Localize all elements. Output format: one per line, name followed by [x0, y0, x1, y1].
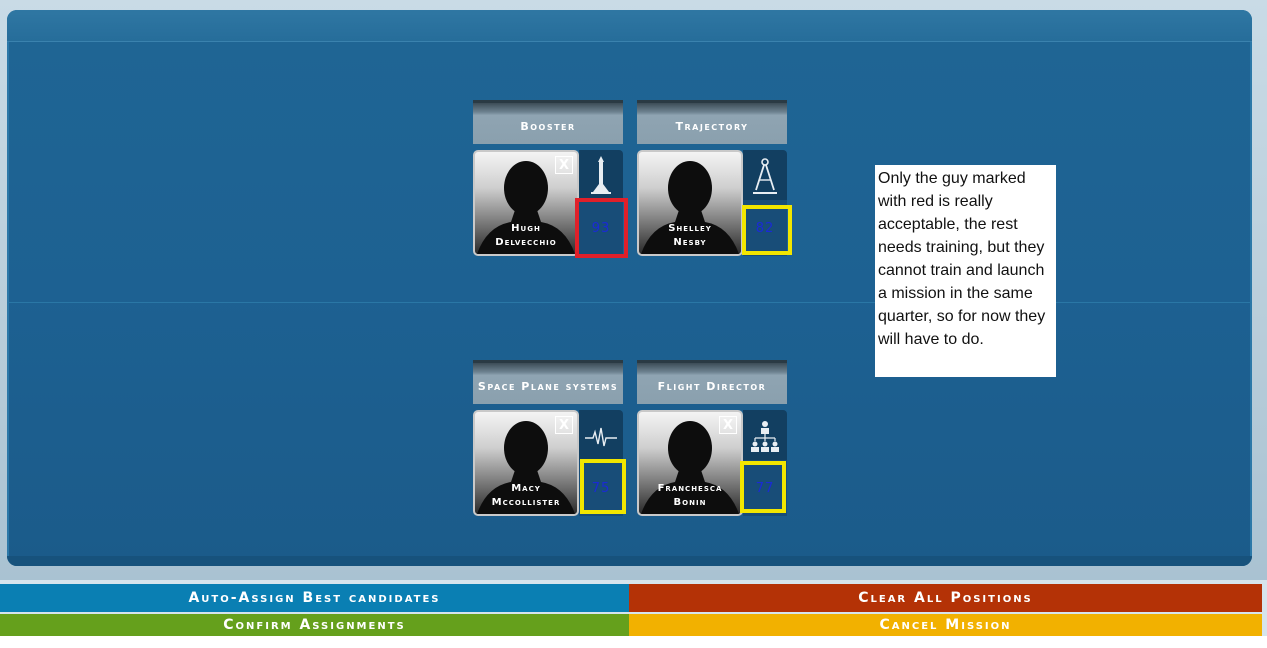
candidate-first-name: Franchesca [657, 483, 723, 494]
candidate-last-name: Bonin [673, 497, 707, 508]
candidate-card-trajectory[interactable]: Shelley Nesby 82 [637, 150, 787, 258]
panel-bottom-band [7, 556, 1252, 566]
candidate-portrait[interactable]: X Franchesca Bonin [637, 410, 743, 516]
position-header-space-plane: Space Plane systems [473, 360, 623, 404]
rocket-icon [591, 156, 611, 194]
slot-row-top: Booster Trajectory X Hugh Delvecchio 93 [473, 100, 787, 260]
clear-all-positions-button[interactable]: Clear All Positions [629, 584, 1262, 612]
bottom-strip [0, 636, 1267, 648]
candidate-portrait[interactable]: X Hugh Delvecchio [473, 150, 579, 256]
annotation-note: Only the guy marked with red is really a… [875, 165, 1056, 377]
skill-score: 82 [743, 200, 787, 256]
compass-icon [753, 158, 777, 194]
skill-panel: 82 [743, 150, 787, 256]
candidate-name: Hugh Delvecchio [475, 222, 577, 250]
candidate-name: Shelley Nesby [639, 222, 741, 250]
position-header-flight-director: Flight Director [637, 360, 787, 404]
candidate-card-booster[interactable]: X Hugh Delvecchio 93 [473, 150, 623, 258]
confirm-assignments-button[interactable]: Confirm Assignments [0, 614, 629, 636]
candidate-portrait[interactable]: Shelley Nesby [637, 150, 743, 256]
candidate-name: Macy Mccollister [475, 482, 577, 510]
skill-panel: 77 [743, 410, 787, 516]
position-header-trajectory: Trajectory [637, 100, 787, 144]
candidate-first-name: Macy [511, 483, 541, 494]
candidate-card-flight-director[interactable]: X Franchesca Bonin 77 [637, 410, 787, 518]
panel-top-stripe [7, 10, 1252, 42]
skill-score: 77 [743, 460, 787, 516]
cancel-mission-button[interactable]: Cancel Mission [629, 614, 1262, 636]
candidate-last-name: Mccollister [491, 497, 561, 508]
panel-divider [7, 302, 1252, 303]
position-header-booster: Booster [473, 100, 623, 144]
heartbeat-icon [585, 427, 617, 447]
skill-score: 93 [579, 200, 623, 256]
candidate-name: Franchesca Bonin [639, 482, 741, 510]
remove-candidate-button[interactable]: X [555, 156, 573, 174]
skill-panel: 75 [579, 410, 623, 516]
skill-panel: 93 [579, 150, 623, 256]
remove-candidate-button[interactable]: X [719, 416, 737, 434]
candidate-portrait[interactable]: X Macy Mccollister [473, 410, 579, 516]
candidate-last-name: Delvecchio [495, 237, 557, 248]
team-hierarchy-icon [751, 421, 779, 452]
skill-score: 75 [579, 460, 623, 516]
auto-assign-button[interactable]: Auto-Assign Best candidates [0, 584, 629, 612]
slot-row-bottom: Space Plane systems Flight Director X Ma… [473, 360, 787, 520]
remove-candidate-button[interactable]: X [555, 416, 573, 434]
candidate-first-name: Shelley [668, 223, 712, 234]
candidate-last-name: Nesby [673, 237, 707, 248]
candidate-card-space-plane[interactable]: X Macy Mccollister 75 [473, 410, 623, 518]
candidate-first-name: Hugh [511, 223, 541, 234]
